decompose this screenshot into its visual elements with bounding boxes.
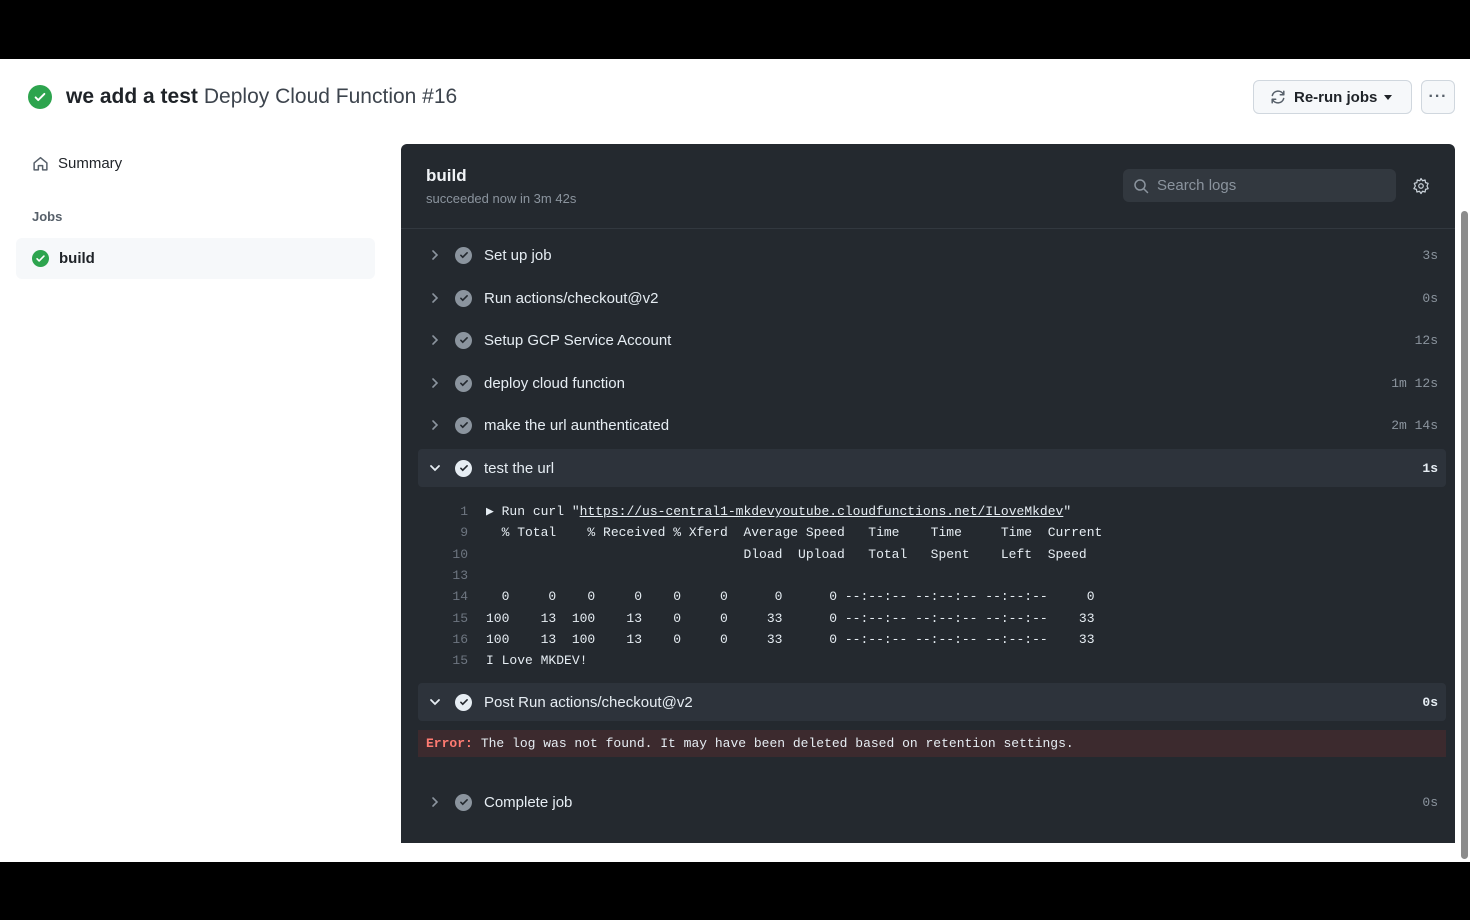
step-check-icon [455,289,472,307]
log-step[interactable]: Complete job 0s [418,783,1446,821]
chevron-right-icon [427,796,443,808]
step-duration: 0s [1422,290,1438,306]
error-message: Error: The log was not found. It may have… [418,730,1446,757]
chevron-right-icon [427,419,443,431]
error-label: Error: [426,736,473,751]
line-number[interactable]: 9 [418,525,468,540]
chevron-right-icon [427,249,443,261]
log-header: build succeeded now in 3m 42s [401,144,1455,229]
step-name: deploy cloud function [484,374,625,392]
step-duration: 1m 12s [1391,375,1438,391]
log-text: " [1063,504,1072,520]
step-name: Setup GCP Service Account [484,331,672,349]
log-line: 16 100 13 100 13 0 0 33 0 --:--:-- --:--… [418,629,1446,650]
chevron-right-icon [427,334,443,346]
log-line: 9 % Total % Received % Xferd Average Spe… [418,522,1446,543]
caret-down-icon [1384,94,1393,100]
home-icon [33,156,48,171]
line-number[interactable]: 16 [418,632,468,647]
step-name: Run actions/checkout@v2 [484,289,659,307]
step-duration: 0s [1422,694,1438,710]
error-text: The log was not found. It may have been … [480,736,1074,751]
log-text: I Love MKDEV! [486,653,588,669]
log-line: 15 100 13 100 13 0 0 33 0 --:--:-- --:--… [418,607,1446,628]
log-url-link[interactable]: https://us-central1-mkdevyoutube.cloudfu… [580,504,1064,519]
video-letterbox-top [0,0,1470,59]
line-number[interactable]: 15 [418,653,468,668]
more-options-button[interactable]: ··· [1421,80,1455,114]
log-step[interactable]: Setup GCP Service Account 12s [418,321,1446,359]
step-duration: 2m 14s [1391,417,1438,433]
search-logs-box[interactable] [1123,169,1396,202]
gear-icon [1413,177,1429,195]
log-line: 14 0 0 0 0 0 0 0 0 --:--:-- --:--:-- --:… [418,586,1446,607]
step-duration: 1s [1422,460,1438,476]
line-number[interactable]: 15 [418,611,468,626]
log-line: 13 [418,565,1446,586]
log-step[interactable]: deploy cloud function 1m 12s [418,364,1446,402]
success-check-icon [28,85,52,109]
log-text: 100 13 100 13 0 0 33 0 --:--:-- --:--:--… [486,631,1095,647]
log-text: ▶ Run curl " [486,504,580,520]
line-number[interactable]: 10 [418,547,468,562]
step-duration: 0s [1422,794,1438,810]
search-logs-input[interactable] [1157,177,1377,194]
step-name: Post Run actions/checkout@v2 [484,693,693,711]
step-name: test the url [484,459,555,477]
log-text: 100 13 100 13 0 0 33 0 --:--:-- --:--:--… [486,610,1095,626]
step-check-icon [455,793,472,811]
step-check-icon [455,693,472,711]
step-check-icon [455,459,472,477]
log-text: Dload Upload Total Spent Left Speed [486,546,1087,562]
log-line: 1 ▶ Run curl " https://us-central1-mkdevy… [418,501,1446,522]
step-name: make the url aunthenticated [484,416,670,434]
jobs-heading: Jobs [32,209,63,224]
log-text: 0 0 0 0 0 0 0 0 --:--:-- --:--:-- --:--:… [486,589,1095,605]
log-step-expanded[interactable]: Post Run actions/checkout@v2 0s [418,683,1446,721]
line-number[interactable]: 13 [418,568,468,583]
log-settings-button[interactable] [1412,177,1430,200]
sidebar-job-build[interactable]: build [16,238,375,279]
success-check-icon [32,250,49,267]
chevron-down-icon [427,463,443,473]
line-number[interactable]: 1 [418,504,468,519]
workflow-run-page: we add a test Deploy Cloud Function #16 … [0,59,1470,862]
step-check-icon [455,331,472,349]
log-job-status: succeeded now in 3m 42s [426,191,577,206]
search-icon [1134,178,1149,193]
log-line: 10 Dload Upload Total Spent Left Speed [418,544,1446,565]
chevron-right-icon [427,377,443,389]
page-scrollbar[interactable] [1461,211,1468,859]
sidebar-summary-link[interactable]: Summary [32,155,122,172]
chevron-down-icon [427,697,443,707]
test-url-log-output: 1 ▶ Run curl " https://us-central1-mkdevy… [418,501,1446,671]
log-line: 15 I Love MKDEV! [418,650,1446,671]
rerun-jobs-button[interactable]: Re-run jobs [1253,80,1412,114]
log-step[interactable]: Run actions/checkout@v2 0s [418,279,1446,317]
step-duration: 12s [1414,332,1438,348]
run-header: we add a test Deploy Cloud Function #16 [28,84,457,110]
sync-icon [1271,90,1285,104]
log-step[interactable]: Set up job 3s [418,236,1446,274]
step-name: Complete job [484,793,573,811]
step-duration: 3s [1422,247,1438,263]
log-step-expanded[interactable]: test the url 1s [418,449,1446,487]
job-label: build [59,250,95,267]
workflow-title: Deploy Cloud Function #16 [203,85,458,108]
log-step[interactable]: make the url aunthenticated 2m 14s [418,406,1446,444]
step-check-icon [455,374,472,392]
commit-title: we add a test [66,85,198,108]
step-name: Set up job [484,246,552,264]
video-letterbox-bottom [0,862,1470,920]
log-text: % Total % Received % Xferd Average Speed… [486,525,1103,541]
log-job-title: build [426,166,467,185]
step-check-icon [455,416,472,434]
chevron-right-icon [427,292,443,304]
line-number[interactable]: 14 [418,589,468,604]
rerun-jobs-label: Re-run jobs [1294,88,1378,106]
job-log-panel: build succeeded now in 3m 42s Set up job… [401,144,1455,843]
summary-label: Summary [58,155,123,172]
step-check-icon [455,246,472,264]
